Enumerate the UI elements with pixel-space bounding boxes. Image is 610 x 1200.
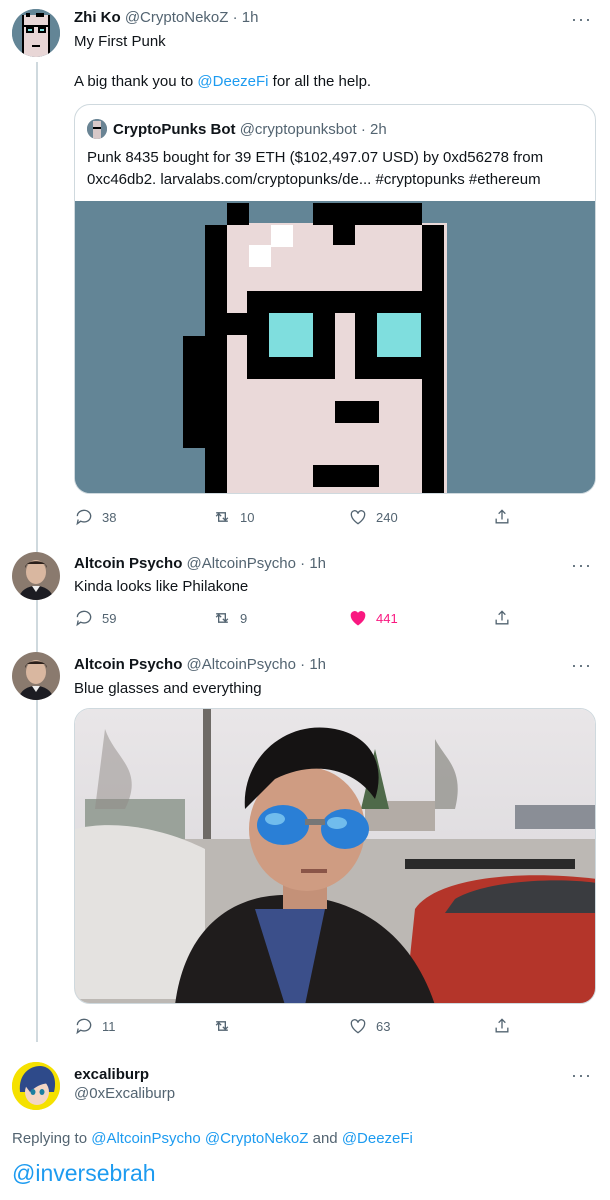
tweet-time[interactable]: · 1h: [233, 9, 259, 26]
more-icon[interactable]: ···: [571, 10, 592, 28]
mention-link[interactable]: @DeezeFi: [342, 1130, 413, 1147]
reply-button[interactable]: 38: [74, 507, 116, 527]
tweet-actions: 38 10 240: [74, 507, 524, 531]
punk-avatar-icon: [87, 119, 107, 139]
author-name[interactable]: excaliburp: [74, 1066, 175, 1083]
tweet-time[interactable]: · 1h: [300, 555, 326, 572]
retweet-button[interactable]: [212, 1016, 232, 1036]
quote-text-line2: 0xc46db2. larvalabs.com/cryptopunks/de..…: [87, 171, 541, 188]
quote-text: Punk 8435 bought for 39 ETH ($102,497.07…: [87, 147, 587, 191]
selfie-photo: [75, 709, 595, 1003]
share-button[interactable]: [492, 608, 512, 628]
reply-button[interactable]: 59: [74, 608, 116, 628]
text-prefix: A big thank you to: [74, 73, 198, 90]
share-button[interactable]: [492, 507, 512, 527]
like-count: 441: [376, 610, 398, 626]
reply-body-mention[interactable]: @inversebrah: [12, 1160, 156, 1187]
reply-button[interactable]: 11: [74, 1016, 116, 1036]
like-icon: [350, 1019, 366, 1034]
and-text: and: [308, 1130, 342, 1147]
avatar[interactable]: [12, 1062, 60, 1110]
like-icon: [350, 510, 366, 525]
cryptopunk-image: [75, 201, 595, 493]
reply-header: excaliburp @0xExcaliburp: [74, 1066, 175, 1102]
more-icon[interactable]: ···: [571, 556, 592, 574]
reply-icon: [76, 1018, 92, 1035]
retweet-count: 9: [240, 610, 248, 626]
author-name[interactable]: Zhi Ko: [74, 9, 121, 26]
more-icon[interactable]: ···: [571, 656, 592, 674]
tweet-text: Blue glasses and everything: [74, 680, 262, 697]
quote-avatar: [87, 119, 107, 139]
reply-count: 11: [102, 1018, 116, 1034]
tweet-text: Kinda looks like Philakone: [74, 578, 249, 595]
author-handle[interactable]: @AltcoinPsycho: [187, 555, 296, 572]
person-avatar-icon: [12, 552, 60, 600]
retweet-icon: [215, 512, 229, 522]
like-button[interactable]: 441: [348, 608, 398, 628]
retweet-button[interactable]: 9: [212, 608, 247, 628]
quote-header: CryptoPunks Bot @cryptopunksbot · 2h: [113, 121, 387, 138]
tweet-header: Altcoin Psycho @AltcoinPsycho · 1h: [74, 555, 326, 572]
punk-avatar-icon: [12, 9, 60, 57]
avatar[interactable]: [12, 552, 60, 600]
punk-image[interactable]: [75, 201, 595, 493]
like-count: 240: [376, 509, 398, 525]
avatar[interactable]: [12, 9, 60, 57]
like-button[interactable]: 240: [348, 507, 398, 527]
author-handle[interactable]: @CryptoNekoZ: [125, 9, 229, 26]
share-icon: [495, 610, 509, 625]
retweet-icon: [215, 613, 229, 623]
reply-count: 59: [102, 610, 117, 626]
like-count: 63: [376, 1018, 391, 1034]
replying-prefix: Replying to: [12, 1130, 92, 1147]
tweet-photo[interactable]: [74, 708, 596, 1004]
mention-link[interactable]: @AltcoinPsycho: [91, 1130, 200, 1147]
retweet-button[interactable]: 10: [212, 507, 254, 527]
like-icon-filled: [350, 611, 366, 626]
quoted-tweet[interactable]: CryptoPunks Bot @cryptopunksbot · 2h Pun…: [74, 104, 596, 494]
share-icon: [495, 1018, 509, 1033]
quote-author-handle[interactable]: @cryptopunksbot: [240, 121, 357, 138]
tweet-time[interactable]: · 1h: [300, 656, 326, 673]
reply-icon: [76, 610, 92, 627]
reply-count: 38: [102, 509, 117, 525]
tweet-actions: 59 9 441: [74, 608, 524, 632]
share-icon: [495, 509, 509, 524]
person-avatar-icon: [12, 652, 60, 700]
tweet-altcoin-1[interactable]: Altcoin Psycho @AltcoinPsycho · 1h ··· K…: [0, 546, 610, 640]
tweet-actions: 11 63: [74, 1016, 524, 1040]
text-suffix: for all the help.: [268, 73, 372, 90]
tweet-zhiko[interactable]: Zhi Ko @CryptoNekoZ · 1h ··· My First Pu…: [0, 0, 610, 540]
tweet-text-line2: A big thank you to @DeezeFi for all the …: [74, 72, 371, 92]
more-icon[interactable]: ···: [571, 1066, 592, 1084]
like-button[interactable]: 63: [348, 1016, 390, 1036]
author-name[interactable]: Altcoin Psycho: [74, 656, 182, 673]
reply-icon: [76, 509, 92, 526]
mention-link[interactable]: @CryptoNekoZ: [205, 1130, 309, 1147]
retweet-count: 10: [240, 509, 255, 525]
retweet-icon: [215, 1021, 229, 1031]
share-button[interactable]: [492, 1016, 512, 1036]
avatar[interactable]: [12, 652, 60, 700]
replying-to: Replying to @AltcoinPsycho @CryptoNekoZ …: [12, 1130, 413, 1147]
tweet-header: Altcoin Psycho @AltcoinPsycho · 1h: [74, 656, 326, 673]
tweet-header: Zhi Ko @CryptoNekoZ · 1h: [74, 9, 258, 26]
author-handle[interactable]: @AltcoinPsycho: [187, 656, 296, 673]
quote-text-line1: Punk 8435 bought for 39 ETH ($102,497.07…: [87, 149, 544, 166]
quote-author-name[interactable]: CryptoPunks Bot: [113, 121, 236, 138]
mention-link[interactable]: @DeezeFi: [197, 73, 268, 90]
author-handle[interactable]: @0xExcaliburp: [74, 1085, 175, 1102]
anime-avatar-icon: [12, 1062, 60, 1110]
tweet-text-line1: My First Punk: [74, 33, 166, 50]
quote-time[interactable]: · 2h: [361, 121, 387, 138]
author-name[interactable]: Altcoin Psycho: [74, 555, 182, 572]
